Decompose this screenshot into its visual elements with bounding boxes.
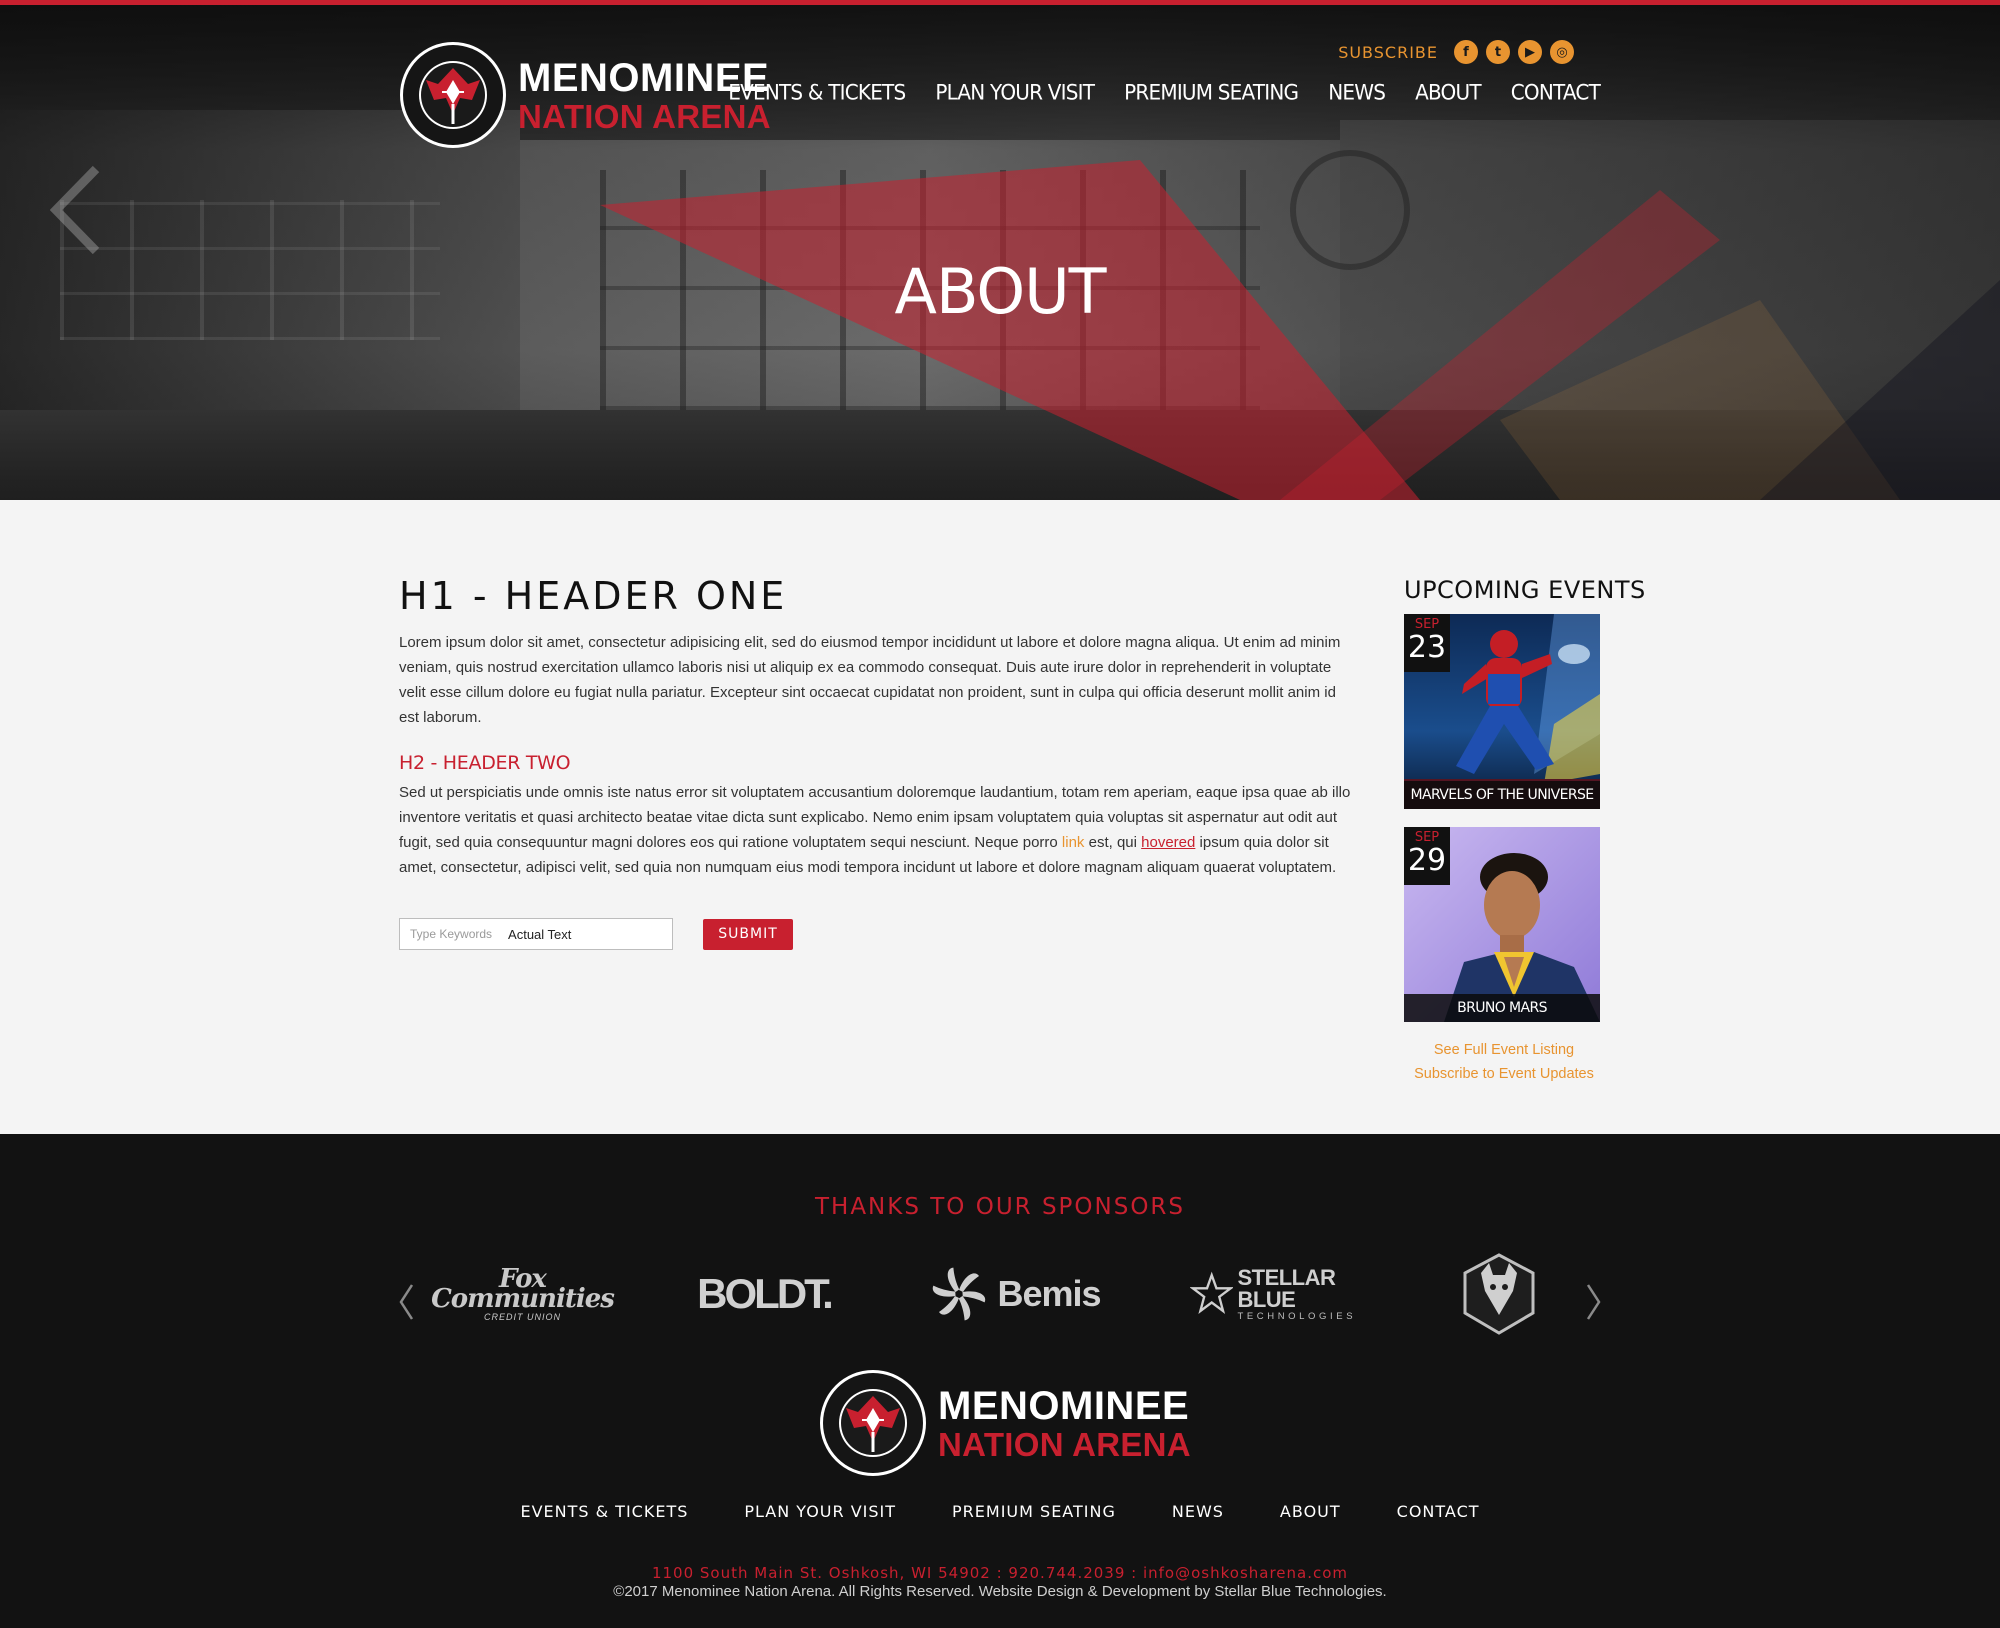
footer-nav-news[interactable]: NEWS xyxy=(1172,1502,1224,1521)
top-accent-bar xyxy=(0,0,2000,5)
content-area: H1 - HEADER ONE Lorem ipsum dolor sit am… xyxy=(0,500,2000,1134)
hero-banner xyxy=(0,0,2000,500)
footer-arena-emblem-icon xyxy=(820,1370,926,1476)
full-event-listing-link[interactable]: See Full Event Listing xyxy=(1404,1038,1604,1062)
event-name: MARVELS OF THE UNIVERSE xyxy=(1404,781,1600,809)
sponsor-fox-line3: CREDIT UNION xyxy=(484,1312,561,1322)
event-date-badge: SEP 29 xyxy=(1404,827,1450,885)
footer-nav-premium-seating[interactable]: PREMIUM SEATING xyxy=(952,1502,1116,1521)
header-one: H1 - HEADER ONE xyxy=(399,574,788,618)
paragraph-two: Sed ut perspiciatis unde omnis iste natu… xyxy=(399,780,1359,880)
sponsors-next-arrow-icon[interactable] xyxy=(1584,1282,1604,1322)
nav-about[interactable]: ABOUT xyxy=(1415,79,1481,105)
search-value: Actual Text xyxy=(508,926,572,942)
event-card-marvels[interactable]: SEP 23 MARVELS OF THE UNIVERSE xyxy=(1404,614,1600,809)
nav-premium-seating[interactable]: PREMIUM SEATING xyxy=(1124,79,1299,105)
facebook-icon[interactable]: f xyxy=(1454,40,1478,64)
header-two: H2 - HEADER TWO xyxy=(399,752,571,774)
arena-emblem-icon xyxy=(400,42,506,148)
event-card-bruno-mars[interactable]: SEP 29 BRUNO MARS xyxy=(1404,827,1600,1022)
event-day: 23 xyxy=(1407,630,1447,665)
footer: THANKS TO OUR SPONSORS Fox Communities C… xyxy=(0,1134,2000,1628)
sidebar-links: See Full Event Listing Subscribe to Even… xyxy=(1404,1038,1604,1086)
bemis-pinwheel-icon xyxy=(933,1267,986,1321)
search-input[interactable]: Type Keywords Actual Text xyxy=(399,918,673,950)
event-name: BRUNO MARS xyxy=(1404,994,1600,1022)
footer-nav: EVENTS & TICKETS PLAN YOUR VISIT PREMIUM… xyxy=(0,1502,2000,1521)
footer-nav-plan-your-visit[interactable]: PLAN YOUR VISIT xyxy=(744,1502,896,1521)
twitter-icon[interactable]: t xyxy=(1486,40,1510,64)
nav-contact[interactable]: CONTACT xyxy=(1511,79,1601,105)
sponsor-stellar-blue[interactable]: STELLAR BLUE TECHNOLOGIES xyxy=(1190,1254,1390,1334)
footer-nav-contact[interactable]: CONTACT xyxy=(1397,1502,1480,1521)
sponsor-stellar-line2: TECHNOLOGIES xyxy=(1237,1310,1357,1322)
sponsor-fox-communities[interactable]: Fox Communities CREDIT UNION xyxy=(431,1254,615,1334)
instagram-icon[interactable]: ◎ xyxy=(1550,40,1574,64)
paragraph-one: Lorem ipsum dolor sit amet, consectetur … xyxy=(399,634,1341,726)
footer-nav-about[interactable]: ABOUT xyxy=(1280,1502,1341,1521)
sponsors-title: THANKS TO OUR SPONSORS xyxy=(814,1194,1186,1220)
main-nav: EVENTS & TICKETS PLAN YOUR VISIT PREMIUM… xyxy=(698,79,1601,105)
upcoming-events-sidebar: UPCOMING EVENTS SEP 23 MARVELS OF THE UN… xyxy=(1404,576,1646,1086)
nav-events-tickets[interactable]: EVENTS & TICKETS xyxy=(728,79,906,105)
sponsor-fox-line2: Communities xyxy=(431,1284,615,1314)
sponsor-wisconsin-herd[interactable] xyxy=(1454,1249,1544,1339)
inline-link[interactable]: link xyxy=(1062,834,1085,851)
submit-button[interactable]: SUBMIT xyxy=(703,918,793,950)
sponsor-boldt[interactable]: BOLDT. xyxy=(694,1254,834,1334)
subscribe-link[interactable]: SUBSCRIBE xyxy=(1338,43,1438,62)
inline-link-hovered[interactable]: hovered xyxy=(1141,834,1195,851)
nav-news[interactable]: NEWS xyxy=(1328,79,1386,105)
event-date-badge: SEP 23 xyxy=(1404,614,1450,672)
upcoming-events-title: UPCOMING EVENTS xyxy=(1404,576,1646,604)
footer-logo[interactable]: MENOMINEE NATION ARENA xyxy=(818,1368,1191,1478)
sponsors-prev-arrow-icon[interactable] xyxy=(396,1282,416,1322)
search-placeholder: Type Keywords xyxy=(410,927,493,941)
sponsor-stellar-line1: STELLAR BLUE xyxy=(1237,1264,1336,1312)
footer-nav-events-tickets[interactable]: EVENTS & TICKETS xyxy=(520,1502,688,1521)
hero-prev-arrow-icon[interactable] xyxy=(50,165,100,255)
sponsor-bemis-name: Bemis xyxy=(997,1273,1101,1314)
footer-logo-line-1: MENOMINEE xyxy=(938,1383,1190,1428)
paragraph-two-text-b: est, qui xyxy=(1084,834,1142,851)
stellar-star-icon xyxy=(1190,1271,1234,1314)
subscribe-event-updates-link[interactable]: Subscribe to Event Updates xyxy=(1404,1062,1604,1086)
wisconsin-herd-logo-icon xyxy=(1463,1253,1535,1335)
sponsor-bemis[interactable]: Bemis xyxy=(920,1254,1110,1334)
search-form: Type Keywords Actual Text SUBMIT xyxy=(399,918,1359,950)
event-day: 29 xyxy=(1407,843,1447,878)
footer-copyright: ©2017 Menominee Nation Arena. All Rights… xyxy=(613,1583,1387,1600)
youtube-icon[interactable]: ▶ xyxy=(1518,40,1542,64)
page-title: ABOUT xyxy=(894,255,1107,328)
nav-plan-your-visit[interactable]: PLAN YOUR VISIT xyxy=(935,79,1095,105)
footer-logo-line-2: NATION ARENA xyxy=(938,1425,1191,1463)
subscribe-bar: SUBSCRIBE f t ▶ ◎ xyxy=(1338,40,1574,64)
main-column: H1 - HEADER ONE Lorem ipsum dolor sit am… xyxy=(399,574,1359,950)
footer-address[interactable]: 1100 South Main St. Oshkosh, WI 54902 : … xyxy=(0,1564,2000,1582)
